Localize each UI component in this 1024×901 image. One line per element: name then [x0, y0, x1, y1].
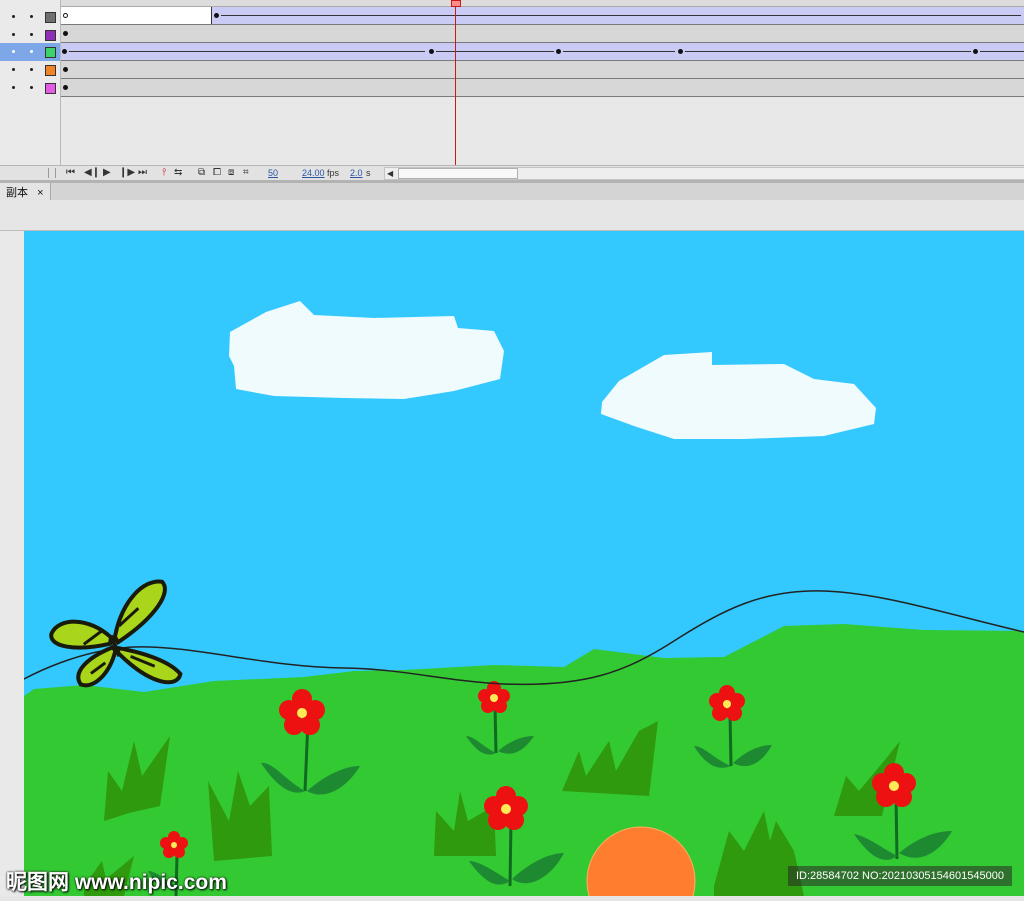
- lock-dot-icon[interactable]: [30, 15, 33, 18]
- visibility-dot-icon[interactable]: [12, 68, 15, 71]
- layer-color-swatch[interactable]: [45, 47, 56, 58]
- current-frame-value[interactable]: 50: [268, 167, 278, 179]
- frame-row[interactable]: [61, 7, 1024, 25]
- layer-color-swatch[interactable]: [45, 12, 56, 23]
- keyframe[interactable]: [556, 49, 561, 54]
- keyframe[interactable]: [62, 49, 67, 54]
- frame-row[interactable]: [61, 79, 1024, 97]
- edit-bar: [0, 200, 1024, 231]
- tween-line: [69, 51, 425, 52]
- modify-markers-icon[interactable]: ⌗: [243, 167, 249, 179]
- tween-line: [563, 51, 675, 52]
- playhead-handle[interactable]: [451, 0, 461, 7]
- timeline-controls: ⏮ ◀❙ ▶ ❙▶ ⏭ ⫯ ⇆ ⧉ ⧠ ⧈ ⌗ 50 24.00 fps 2.0…: [0, 165, 1024, 180]
- frame-ruler[interactable]: [61, 0, 1024, 7]
- visibility-dot-icon[interactable]: [12, 15, 15, 18]
- timeline-panel: [0, 0, 1024, 180]
- keyframe[interactable]: [63, 67, 68, 72]
- pasteboard: [0, 231, 25, 896]
- onion-skin-icon[interactable]: ⧉: [198, 167, 205, 179]
- close-icon[interactable]: ×: [37, 187, 43, 199]
- elapsed-unit: s: [366, 168, 371, 178]
- empty-keyframe[interactable]: [63, 13, 68, 18]
- watermark-strip: 昵图网 www.nipic.com ID:28584702 NO:2021030…: [0, 860, 1024, 896]
- last-frame-icon[interactable]: ⏭: [138, 167, 147, 179]
- tween-line: [980, 51, 1024, 52]
- tween-line: [685, 51, 971, 52]
- step-forward-icon[interactable]: ❙▶: [119, 167, 135, 179]
- layer-color-swatch[interactable]: [45, 30, 56, 41]
- playhead[interactable]: [455, 0, 456, 166]
- keyframe[interactable]: [63, 31, 68, 36]
- center-frame-icon[interactable]: ⫯: [162, 167, 166, 179]
- first-frame-icon[interactable]: ⏮: [66, 167, 75, 179]
- timeline-scrollbar[interactable]: ◀: [384, 167, 1024, 180]
- watermark-left: 昵图网 www.nipic.com: [6, 871, 227, 894]
- scroll-left-icon[interactable]: ◀: [387, 168, 393, 179]
- layer-color-swatch[interactable]: [45, 65, 56, 76]
- watermark-right: ID:28584702 NO:20210305154601545000: [788, 866, 1012, 886]
- tween-line: [221, 15, 1021, 16]
- blank-frames[interactable]: [61, 7, 212, 24]
- lock-dot-icon[interactable]: [30, 86, 33, 89]
- stage[interactable]: [0, 231, 1024, 901]
- loop-icon[interactable]: ⇆: [174, 167, 182, 179]
- visibility-dot-icon[interactable]: [12, 86, 15, 89]
- frame-row[interactable]: [61, 25, 1024, 43]
- onion-outline-icon[interactable]: ⧠: [213, 167, 221, 179]
- layer-color-swatch[interactable]: [45, 83, 56, 94]
- layer-row[interactable]: [0, 61, 60, 79]
- keyframe[interactable]: [973, 49, 978, 54]
- edit-multiple-frames-icon[interactable]: ⧈: [228, 167, 234, 179]
- layer-list: [0, 0, 61, 165]
- keyframe[interactable]: [214, 13, 219, 18]
- play-icon[interactable]: ▶: [103, 167, 111, 179]
- layer-row[interactable]: [0, 79, 60, 97]
- keyframe[interactable]: [429, 49, 434, 54]
- lock-dot-icon[interactable]: [30, 50, 33, 53]
- frame-row[interactable]: [61, 43, 1024, 61]
- layer-row[interactable]: [0, 8, 60, 26]
- fps-value[interactable]: 24.00: [302, 167, 325, 179]
- keyframe[interactable]: [63, 85, 68, 90]
- visibility-dot-icon[interactable]: [12, 33, 15, 36]
- layer-row[interactable]: [0, 26, 60, 44]
- layer-row-selected[interactable]: [0, 43, 60, 61]
- document-tab-title: 副本: [6, 187, 28, 199]
- step-back-icon[interactable]: ◀❙: [84, 167, 100, 179]
- elapsed-value[interactable]: 2.0: [350, 167, 363, 179]
- panel-grip-icon[interactable]: [48, 168, 56, 178]
- keyframe[interactable]: [678, 49, 683, 54]
- visibility-dot-icon[interactable]: [12, 50, 15, 53]
- lock-dot-icon[interactable]: [30, 33, 33, 36]
- lock-dot-icon[interactable]: [30, 68, 33, 71]
- scrollbar-thumb[interactable]: [398, 168, 518, 179]
- fps-unit: fps: [327, 168, 340, 178]
- frame-row[interactable]: [61, 61, 1024, 79]
- tween-line: [436, 51, 554, 52]
